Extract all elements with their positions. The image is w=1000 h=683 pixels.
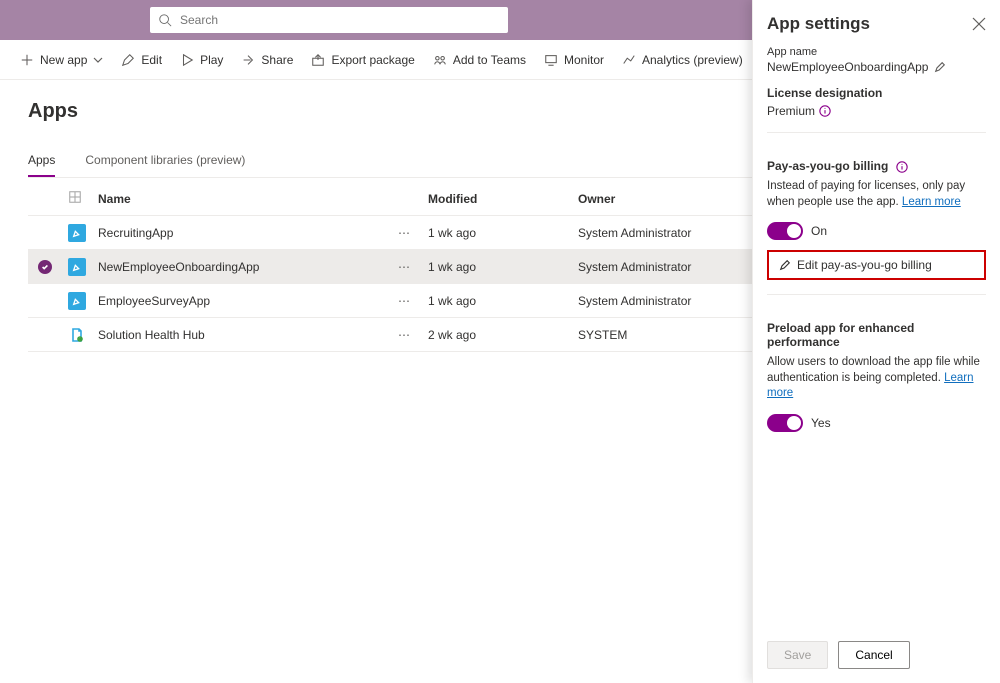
row-more-icon[interactable]: ⋯ (398, 328, 428, 342)
chevron-down-icon (93, 55, 103, 65)
license-value: Premium (767, 104, 815, 118)
edit-button[interactable]: Edit (121, 53, 162, 67)
row-more-icon[interactable]: ⋯ (398, 260, 428, 274)
edit-name-icon[interactable] (934, 61, 946, 73)
search-input[interactable] (178, 12, 500, 28)
play-button[interactable]: Play (180, 53, 223, 67)
edit-pay-as-you-go-billing-button[interactable]: Edit pay-as-you-go billing (767, 250, 986, 280)
row-modified: 1 wk ago (428, 226, 578, 240)
panel-title: App settings (767, 14, 870, 34)
teams-icon (433, 53, 447, 67)
payg-toggle[interactable] (767, 222, 803, 240)
payg-title: Pay-as-you-go billing (767, 159, 986, 173)
app-settings-panel: App settings App name NewEmployeeOnboard… (752, 0, 1000, 683)
app-name-value: NewEmployeeOnboardingApp (767, 60, 928, 74)
payg-learn-more-link[interactable]: Learn more (902, 196, 961, 208)
share-icon (241, 53, 255, 67)
analytics-icon (622, 53, 636, 67)
play-icon (180, 53, 194, 67)
preload-toggle-row: Yes (767, 414, 986, 432)
app-name-row: NewEmployeeOnboardingApp (767, 60, 986, 74)
preload-description: Allow users to download the app file whi… (767, 355, 986, 402)
column-picker[interactable] (68, 190, 98, 207)
search-box[interactable] (150, 7, 508, 33)
add-to-teams-button[interactable]: Add to Teams (433, 53, 526, 67)
license-designation-label: License designation (767, 86, 986, 100)
row-owner: SYSTEM (578, 328, 758, 342)
plus-icon (20, 53, 34, 67)
pencil-icon (779, 259, 791, 271)
payg-toggle-row: On (767, 222, 986, 240)
panel-footer: Save Cancel (767, 629, 986, 683)
info-icon[interactable] (819, 105, 831, 117)
app-icon (68, 292, 86, 310)
app-icon (68, 224, 86, 242)
tab-apps[interactable]: Apps (28, 145, 55, 177)
row-more-icon[interactable]: ⋯ (398, 294, 428, 308)
save-button: Save (767, 641, 828, 669)
play-label: Play (200, 53, 223, 67)
row-owner: System Administrator (578, 226, 758, 240)
monitor-label: Monitor (564, 53, 604, 67)
col-modified[interactable]: Modified (428, 192, 578, 206)
export-label: Export package (331, 53, 414, 67)
export-icon (311, 53, 325, 67)
tab-component-libraries[interactable]: Component libraries (preview) (85, 145, 245, 177)
info-icon[interactable] (896, 161, 908, 173)
col-name[interactable]: Name (98, 192, 398, 206)
app-icon (68, 258, 86, 276)
monitor-icon (544, 53, 558, 67)
row-name[interactable]: NewEmployeeOnboardingApp (98, 260, 398, 274)
preload-toggle[interactable] (767, 414, 803, 432)
divider (767, 294, 986, 295)
teams-label: Add to Teams (453, 53, 526, 67)
row-modified: 1 wk ago (428, 260, 578, 274)
row-selected-check-icon (38, 260, 52, 274)
payg-toggle-label: On (811, 224, 827, 238)
search-icon (158, 13, 172, 27)
analytics-label: Analytics (preview) (642, 53, 743, 67)
new-app-button[interactable]: New app (20, 53, 103, 67)
divider (767, 132, 986, 133)
row-name[interactable]: RecruitingApp (98, 226, 398, 240)
columns-icon (68, 190, 82, 204)
app-name-label: App name (767, 46, 986, 58)
solution-icon (68, 326, 86, 344)
edit-billing-label: Edit pay-as-you-go billing (797, 258, 932, 272)
share-button[interactable]: Share (241, 53, 293, 67)
row-owner: System Administrator (578, 260, 758, 274)
pencil-icon (121, 53, 135, 67)
preload-title: Preload app for enhanced performance (767, 321, 986, 349)
cancel-button[interactable]: Cancel (838, 641, 909, 669)
col-owner[interactable]: Owner (578, 192, 758, 206)
share-label: Share (261, 53, 293, 67)
row-modified: 1 wk ago (428, 294, 578, 308)
export-package-button[interactable]: Export package (311, 53, 414, 67)
monitor-button[interactable]: Monitor (544, 53, 604, 67)
analytics-button[interactable]: Analytics (preview) (622, 53, 743, 67)
row-more-icon[interactable]: ⋯ (398, 226, 428, 240)
row-name[interactable]: Solution Health Hub (98, 328, 398, 342)
edit-label: Edit (141, 53, 162, 67)
panel-header: App settings (767, 14, 986, 34)
preload-toggle-label: Yes (811, 416, 831, 430)
row-owner: System Administrator (578, 294, 758, 308)
row-modified: 2 wk ago (428, 328, 578, 342)
row-name[interactable]: EmployeeSurveyApp (98, 294, 398, 308)
new-app-label: New app (40, 53, 87, 67)
payg-description: Instead of paying for licenses, only pay… (767, 179, 986, 210)
close-icon[interactable] (972, 17, 986, 31)
